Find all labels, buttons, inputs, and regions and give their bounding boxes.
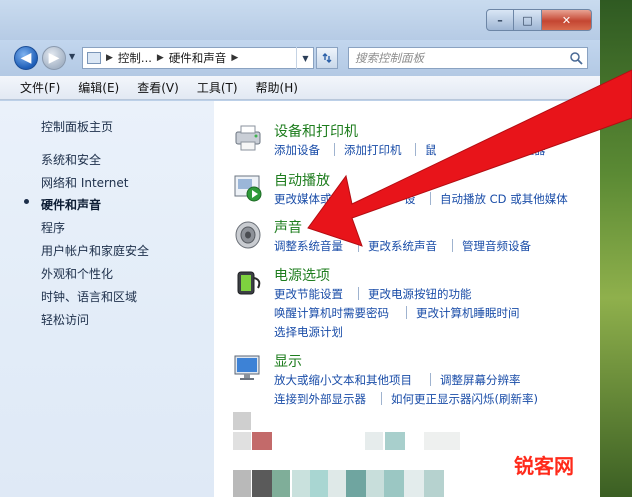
speaker-icon[interactable]	[232, 219, 264, 251]
printer-icon[interactable]	[232, 122, 264, 154]
control-panel-icon	[87, 52, 101, 64]
obscured-content	[233, 470, 251, 497]
sidebar-item-hardware-sound[interactable]: 硬件和声音	[41, 196, 101, 213]
link-change-sleep-time[interactable]: 更改计算机睡眠时间	[416, 305, 520, 321]
link-separator	[358, 287, 359, 300]
obscured-content	[366, 470, 384, 497]
sidebar-item-ease-of-access[interactable]: 轻松访问	[41, 311, 89, 328]
address-dropdown-icon[interactable]: ▼	[296, 47, 314, 69]
link-add-printer[interactable]: 添加打印机	[344, 142, 402, 158]
sidebar-item-user-accounts[interactable]: 用户帐户和家庭安全	[41, 242, 149, 259]
close-button[interactable]: ✕	[542, 9, 592, 31]
search-input[interactable]: 搜索控制面板	[348, 47, 588, 69]
display-icon[interactable]	[232, 352, 264, 384]
obscured-content	[272, 470, 290, 497]
title-bar: – □ ✕	[0, 0, 600, 40]
link-separator	[415, 143, 416, 156]
obscured-content	[233, 432, 251, 450]
obscured-content	[384, 470, 404, 497]
link-manage-audio-devices[interactable]: 管理音频设备	[462, 238, 531, 254]
link-power-button-function[interactable]: 更改电源按钮的功能	[368, 286, 472, 302]
refresh-icon	[322, 53, 332, 63]
sidebar-item-appearance[interactable]: 外观和个性化	[41, 265, 113, 282]
sidebar-item-clock-language[interactable]: 时钟、语言和区域	[41, 288, 137, 305]
menu-file[interactable]: 文件(F)	[20, 79, 60, 96]
link-settings-fragment[interactable]: 设	[404, 191, 416, 207]
link-change-media-defaults[interactable]: 更改媒体或	[274, 191, 332, 207]
obscured-content	[346, 470, 366, 497]
obscured-content	[424, 432, 460, 450]
breadcrumb-separator-icon[interactable]: ▶	[231, 53, 238, 63]
link-adjust-volume[interactable]: 调整系统音量	[274, 238, 343, 254]
link-separator	[452, 239, 453, 252]
menu-tools[interactable]: 工具(T)	[197, 79, 238, 96]
obscured-content	[292, 470, 310, 497]
menu-help[interactable]: 帮助(H)	[256, 79, 298, 96]
link-separator	[406, 306, 407, 319]
recent-pages-dropdown-icon[interactable]: ▼	[69, 52, 79, 62]
link-adjust-resolution[interactable]: 调整屏幕分辨率	[440, 372, 521, 388]
category-display[interactable]: 显示	[274, 351, 302, 371]
sidebar-item-system-security[interactable]: 系统和安全	[41, 151, 101, 168]
link-separator	[430, 373, 431, 386]
maximize-button[interactable]: □	[514, 9, 542, 31]
minimize-button[interactable]: –	[486, 9, 514, 31]
link-separator	[381, 392, 382, 405]
obscured-content	[365, 432, 383, 450]
sidebar-item-home[interactable]: 控制面板主页	[41, 118, 113, 135]
navigation-bar: ◀ ▶ ▼ ▶ 控制... ▶ 硬件和声音 ▶ ▼ 搜索控制面板	[0, 40, 600, 76]
link-fix-flicker[interactable]: 如何更正显示器闪烁(刷新率)	[391, 391, 538, 407]
control-panel-window: – □ ✕ ◀ ▶ ▼ ▶ 控制... ▶ 硬件和声音 ▶ ▼ 搜索控制面板 文…	[0, 0, 600, 497]
category-autoplay[interactable]: 自动播放	[274, 170, 330, 190]
search-placeholder: 搜索控制面板	[355, 51, 424, 65]
obscured-content	[424, 470, 444, 497]
obscured-content	[385, 432, 405, 450]
sidebar: 控制面板主页 系统和安全 网络和 Internet 硬件和声音 程序 用户帐户和…	[0, 101, 214, 497]
breadcrumb-separator-icon[interactable]: ▶	[157, 53, 164, 63]
category-sound[interactable]: 声音	[274, 217, 302, 237]
obscured-content	[328, 470, 346, 497]
obscured-content	[252, 470, 272, 497]
category-devices-printers[interactable]: 设备和打印机	[274, 121, 358, 141]
search-icon[interactable]	[569, 51, 583, 65]
link-change-power-saving[interactable]: 更改节能设置	[274, 286, 343, 302]
refresh-button[interactable]	[316, 47, 338, 69]
link-mouse[interactable]: 鼠	[425, 142, 437, 158]
link-choose-power-plan[interactable]: 选择电源计划	[274, 324, 343, 340]
link-separator	[334, 143, 335, 156]
current-item-bullet-icon	[24, 199, 29, 204]
obscured-content	[252, 432, 272, 450]
category-power-options[interactable]: 电源选项	[274, 265, 330, 285]
link-require-password-wake[interactable]: 唤醒计算机时需要密码	[274, 305, 389, 321]
obscured-content	[233, 412, 251, 430]
link-add-device[interactable]: 添加设备	[274, 142, 320, 158]
link-device-manager[interactable]: 设备管理器	[488, 142, 546, 158]
link-autoplay-cd[interactable]: 自动播放 CD 或其他媒体	[440, 191, 568, 207]
obscured-content	[310, 470, 328, 497]
link-connect-external-display[interactable]: 连接到外部显示器	[274, 391, 366, 407]
link-change-system-sounds[interactable]: 更改系统声音	[368, 238, 437, 254]
breadcrumb-control-panel[interactable]: 控制...	[118, 50, 152, 66]
menu-bar: 文件(F) 编辑(E) 查看(V) 工具(T) 帮助(H)	[0, 76, 600, 100]
address-bar[interactable]: ▶ 控制... ▶ 硬件和声音 ▶	[82, 47, 314, 69]
breadcrumb-separator-icon[interactable]: ▶	[106, 53, 113, 63]
link-separator	[430, 192, 431, 205]
forward-button[interactable]: ▶	[42, 46, 66, 70]
desktop-background	[600, 0, 632, 497]
watermark: 锐客网	[514, 454, 574, 478]
sidebar-item-programs[interactable]: 程序	[41, 219, 65, 236]
sidebar-item-network[interactable]: 网络和 Internet	[41, 174, 128, 191]
menu-edit[interactable]: 编辑(E)	[78, 79, 119, 96]
back-button[interactable]: ◀	[14, 46, 38, 70]
link-zoom-text[interactable]: 放大或缩小文本和其他项目	[274, 372, 412, 388]
menu-view[interactable]: 查看(V)	[137, 79, 179, 96]
battery-icon[interactable]	[232, 266, 264, 298]
autoplay-icon[interactable]	[232, 172, 264, 204]
caption-buttons: – □ ✕	[486, 9, 598, 31]
obscured-content	[404, 470, 424, 497]
link-separator	[358, 239, 359, 252]
breadcrumb-hardware-sound[interactable]: 硬件和声音	[169, 50, 227, 66]
